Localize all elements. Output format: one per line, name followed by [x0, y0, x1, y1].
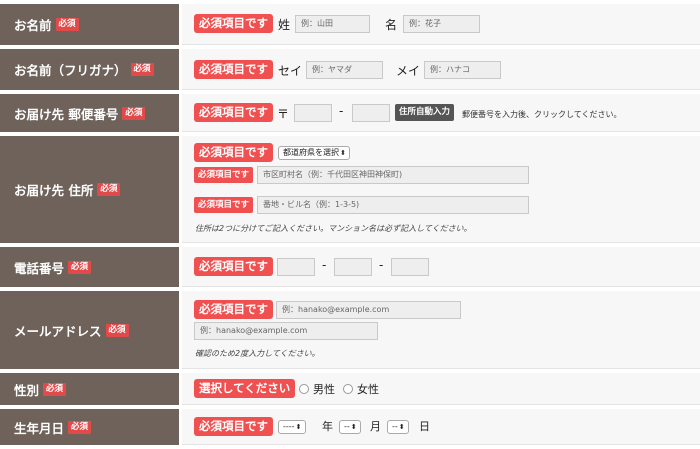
row-address: お届け先 住所 必須 必須項目です 都道府県を選択 ⬍ 必須項目です 市区町村名…: [0, 136, 700, 243]
row-kana: お名前（フリガナ） 必須 必須項目です セイ 例：ヤマダ メイ 例：ハナコ: [0, 49, 700, 90]
sei-kana-label: セイ: [278, 64, 303, 78]
zip-hint: 郵便番号を入力後、クリックしてください。: [462, 110, 622, 119]
required-badge: 必須項目です: [194, 14, 273, 33]
phone-dash: -: [322, 258, 327, 272]
field-address: 必須項目です 都道府県を選択 ⬍ 必須項目です 市区町村名（例：千代田区神田神保…: [182, 136, 700, 243]
label-zip: お届け先 郵便番号 必須: [0, 94, 182, 132]
address-note: 住所は2つに分けてご記入ください。マンション名は必ず記入してください。: [195, 224, 472, 233]
required-badge-small: 必須項目です: [194, 197, 254, 213]
city-input[interactable]: 市区町村名（例：千代田区神田神保町): [257, 166, 529, 184]
label-address-text: お届け先 住所: [14, 183, 94, 198]
row-birthday: 生年月日 必須 必須項目です ---- ⬍ 年 -- ⬍ 月 -- ⬍ 日: [0, 409, 700, 445]
label-birthday: 生年月日 必須: [0, 409, 182, 445]
required-tag: 必須: [130, 63, 154, 76]
mei-kana-label: メイ: [396, 64, 421, 78]
select-arrow-icon: ⬍: [398, 423, 405, 431]
phone-second-input[interactable]: [334, 258, 372, 276]
select-arrow-icon: ⬍: [340, 149, 346, 157]
year-select-value: ----: [283, 422, 295, 431]
required-tag: 必須: [55, 18, 79, 31]
label-birthday-text: 生年月日: [14, 420, 65, 436]
required-badge: 必須項目です: [194, 417, 273, 436]
street-input[interactable]: 番地・ビル名（例：1-3-5): [257, 196, 529, 214]
field-gender: 選択してください 男性 女性: [182, 373, 700, 405]
row-gender: 性別 必須 選択してください 男性 女性: [0, 373, 700, 405]
radio-female[interactable]: [343, 384, 353, 394]
label-kana: お名前（フリガナ） 必須: [0, 49, 182, 90]
first-name-kana-input[interactable]: 例：ハナコ: [424, 61, 501, 79]
zip-second-input[interactable]: [352, 104, 390, 122]
required-badge-small: 必須項目です: [194, 167, 254, 183]
row-email: メールアドレス 必須 必須項目です 例：hanako@example.com 例…: [0, 291, 700, 369]
label-address: お届け先 住所 必須: [0, 136, 182, 243]
required-tag: 必須: [68, 420, 92, 434]
label-gender-text: 性別: [14, 382, 40, 398]
select-arrow-icon: ⬍: [295, 423, 302, 431]
email-note: 確認のため2度入力してください。: [195, 349, 320, 358]
required-tag: 必須: [105, 323, 129, 337]
email-confirm-input[interactable]: 例：hanako@example.com: [194, 322, 378, 340]
day-select-value: --: [392, 422, 398, 431]
label-female: 女性: [357, 383, 379, 396]
label-phone: 電話番号 必須: [0, 247, 182, 287]
field-phone: 必須項目です - -: [182, 247, 700, 287]
day-select[interactable]: -- ⬍: [387, 420, 409, 434]
required-badge: 必須項目です: [194, 60, 273, 79]
zip-first-input[interactable]: [294, 104, 332, 122]
phone-first-input[interactable]: [277, 258, 315, 276]
label-email-text: メールアドレス: [14, 323, 102, 339]
select-arrow-icon: ⬍: [350, 423, 357, 431]
mei-label: 名: [385, 18, 398, 32]
required-badge: 必須項目です: [194, 257, 273, 276]
email-input[interactable]: 例：hanako@example.com: [276, 301, 461, 319]
postal-mark: 〒: [277, 107, 290, 121]
radio-male[interactable]: [299, 384, 309, 394]
select-required-badge: 選択してください: [194, 379, 296, 398]
last-name-input[interactable]: 例：山田: [295, 15, 370, 33]
phone-dash: -: [379, 258, 384, 272]
label-email: メールアドレス 必須: [0, 291, 182, 369]
month-select[interactable]: -- ⬍: [339, 420, 361, 434]
required-tag: 必須: [43, 382, 67, 396]
label-zip-text: お届け先 郵便番号: [14, 106, 119, 122]
field-kana: 必須項目です セイ 例：ヤマダ メイ 例：ハナコ: [182, 49, 700, 90]
field-name: 必須項目です 姓 例：山田 名 例：花子: [182, 4, 700, 45]
first-name-input[interactable]: 例：花子: [403, 15, 480, 33]
label-name-text: お名前: [14, 18, 52, 33]
last-name-kana-input[interactable]: 例：ヤマダ: [306, 61, 383, 79]
label-gender: 性別 必須: [0, 373, 182, 405]
row-zip: お届け先 郵便番号 必須 必須項目です 〒 - 住所自動入力 郵便番号を入力後、…: [0, 94, 700, 132]
address-autofill-button[interactable]: 住所自動入力: [395, 104, 455, 121]
year-select[interactable]: ---- ⬍: [278, 420, 306, 434]
month-label: 月: [370, 420, 381, 433]
order-form: お名前 必須 必須項目です 姓 例：山田 名 例：花子 お名前（フリガナ） 必須…: [0, 0, 700, 449]
field-email: 必須項目です 例：hanako@example.com 例：hanako@exa…: [182, 291, 700, 369]
sei-label: 姓: [278, 18, 291, 32]
required-badge: 必須項目です: [194, 103, 273, 122]
day-label: 日: [419, 420, 430, 433]
label-phone-text: 電話番号: [14, 260, 65, 276]
month-select-value: --: [344, 422, 350, 431]
phone-third-input[interactable]: [391, 258, 429, 276]
required-badge: 必須項目です: [194, 300, 273, 319]
label-kana-text: お名前（フリガナ）: [14, 63, 127, 78]
label-male: 男性: [313, 383, 335, 396]
required-badge: 必須項目です: [194, 143, 273, 162]
prefecture-select[interactable]: 都道府県を選択 ⬍: [278, 146, 350, 160]
year-label: 年: [322, 420, 333, 433]
prefecture-select-value: 都道府県を選択: [283, 148, 339, 157]
row-name: お名前 必須 必須項目です 姓 例：山田 名 例：花子: [0, 4, 700, 45]
required-tag: 必須: [122, 106, 146, 120]
field-birthday: 必須項目です ---- ⬍ 年 -- ⬍ 月 -- ⬍ 日: [182, 409, 700, 445]
label-name: お名前 必須: [0, 4, 182, 45]
field-zip: 必須項目です 〒 - 住所自動入力 郵便番号を入力後、クリックしてください。: [182, 94, 700, 132]
zip-dash: -: [339, 104, 344, 118]
row-phone: 電話番号 必須 必須項目です - -: [0, 247, 700, 287]
required-tag: 必須: [68, 260, 92, 274]
required-tag: 必須: [97, 183, 121, 196]
